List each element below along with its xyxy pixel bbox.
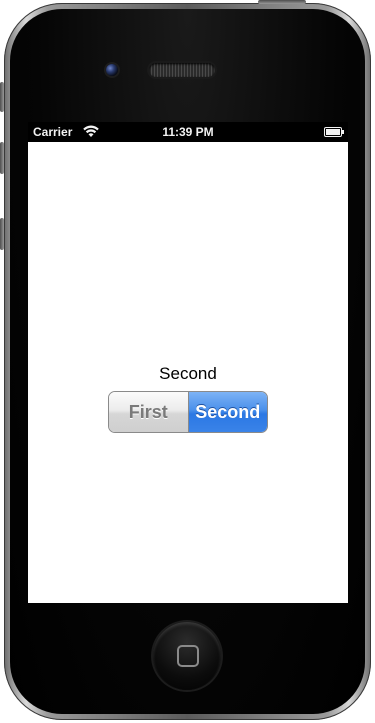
selected-segment-label: Second xyxy=(159,364,217,383)
segment-second[interactable]: Second xyxy=(188,392,267,432)
speaker-grille-icon xyxy=(149,63,215,77)
battery-icon xyxy=(324,127,344,137)
mute-switch xyxy=(0,82,4,112)
home-square-icon xyxy=(177,645,199,667)
camera-icon xyxy=(106,64,118,76)
status-time: 11:39 PM xyxy=(162,125,214,139)
app-screen: Second First Second xyxy=(28,142,348,603)
status-bar: Carrier 11:39 PM xyxy=(28,122,348,142)
segmented-control: First Second xyxy=(108,391,268,433)
volume-down-button xyxy=(0,218,4,250)
volume-up-button xyxy=(0,142,4,174)
sleep-wake-button xyxy=(258,0,306,4)
segment-first[interactable]: First xyxy=(109,392,189,432)
